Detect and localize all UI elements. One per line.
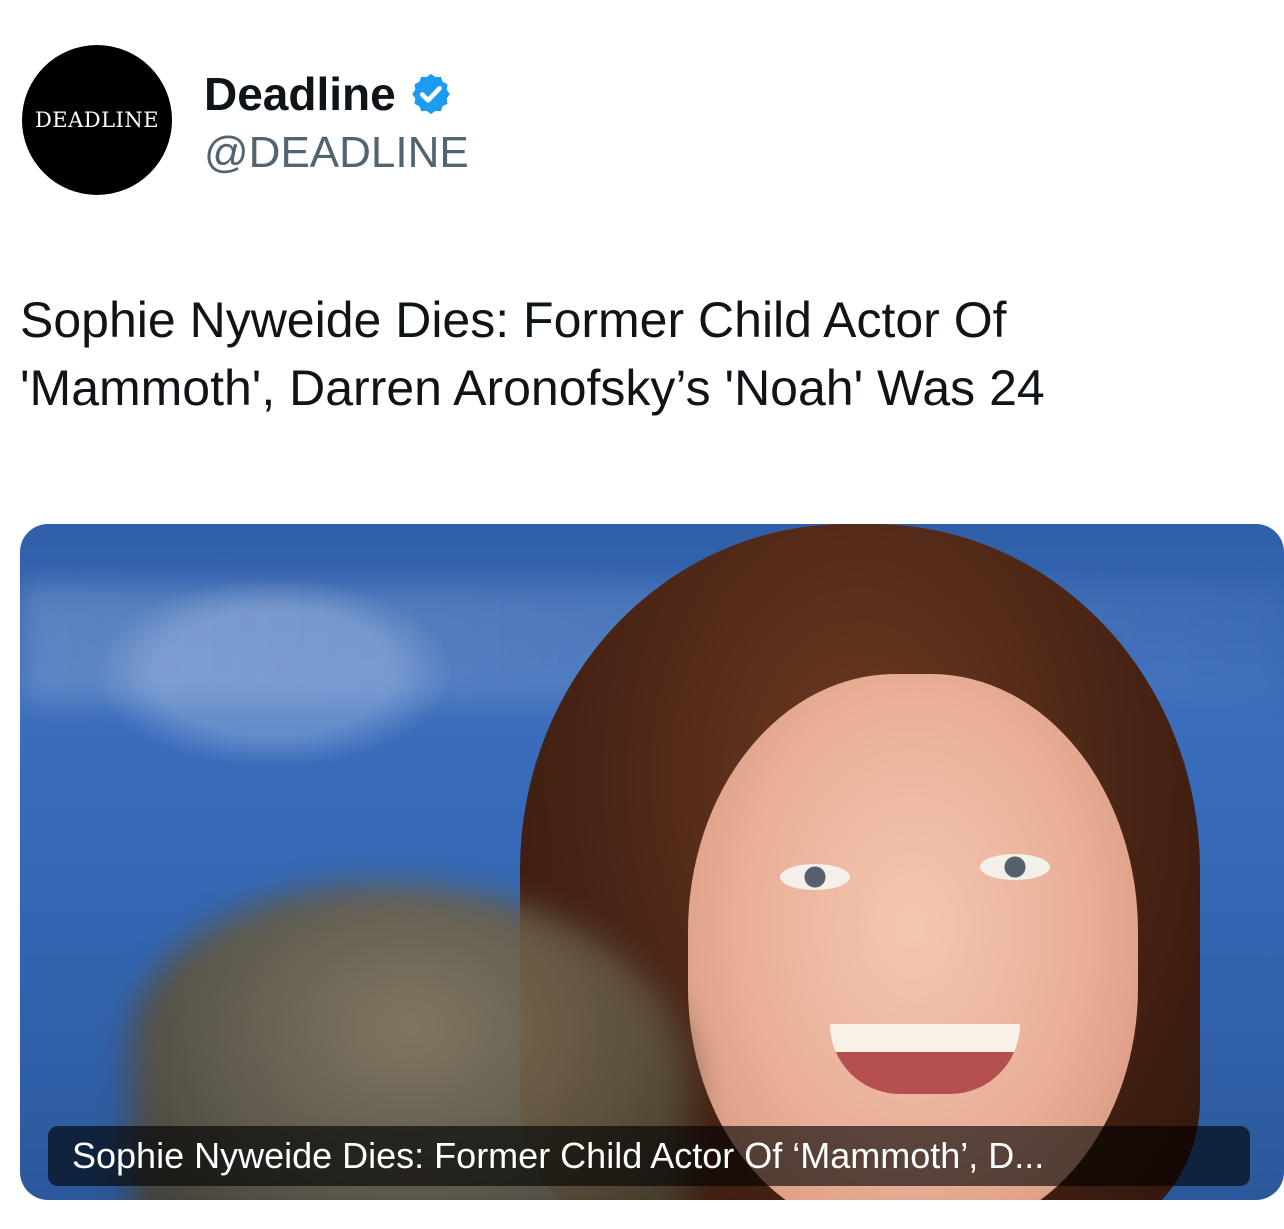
- tweet-text-line-2: 'Mammoth', Darren Aronofsky’s 'Noah' Was…: [20, 360, 1045, 416]
- card-caption[interactable]: Sophie Nyweide Dies: Former Child Actor …: [48, 1126, 1250, 1186]
- photo-subject-left-eye: [780, 864, 850, 890]
- card-image: [20, 524, 1284, 1200]
- tweet-text: Sophie Nyweide Dies: Former Child Actor …: [20, 286, 1270, 422]
- photo-subject-right-eye: [980, 854, 1050, 880]
- verified-badge-icon: [411, 73, 450, 114]
- avatar-logo-text: DEADLINE: [34, 108, 160, 132]
- photo-subject-face: [688, 674, 1138, 1200]
- account-identity: Deadline @DEADLINE: [204, 63, 469, 177]
- tweet-header: DEADLINE Deadline @DEADLINE: [22, 42, 469, 198]
- account-handle[interactable]: @DEADLINE: [204, 128, 469, 177]
- display-name[interactable]: Deadline: [204, 71, 396, 117]
- name-row: Deadline: [204, 63, 469, 125]
- link-preview-card[interactable]: Sophie Nyweide Dies: Former Child Actor …: [20, 524, 1284, 1200]
- tweet-text-line-1: Sophie Nyweide Dies: Former Child Actor …: [20, 292, 1007, 348]
- avatar[interactable]: DEADLINE: [22, 45, 172, 195]
